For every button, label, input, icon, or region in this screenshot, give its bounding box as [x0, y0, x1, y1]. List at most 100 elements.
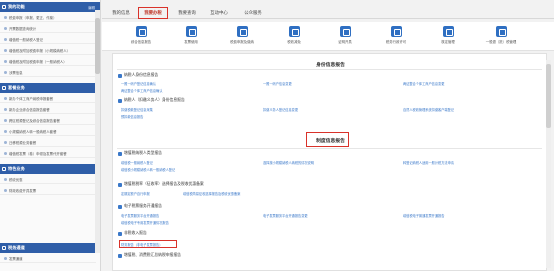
sidebar-item[interactable]: 迁移税源业务套餐	[0, 138, 96, 147]
sidebar-item[interactable]: 增值税及附加税费申报（小规模纳税人）	[0, 46, 96, 55]
toolbar-button-tax-relief[interactable]: 税收减免	[277, 25, 311, 49]
divider	[117, 148, 542, 149]
function-link[interactable]: 扣缴税款登记信息采集	[121, 107, 153, 112]
bullet-icon	[4, 129, 7, 133]
sidebar-item[interactable]: 跨区税源登记及综合信息报告套餐	[0, 116, 96, 125]
bullet-icon	[4, 59, 7, 63]
report-icon	[135, 26, 147, 37]
license-icon	[390, 26, 402, 37]
assessment-icon	[442, 26, 454, 37]
function-link[interactable]: 电子发票服务平台开通报告	[121, 213, 159, 218]
sidebar-item[interactable]: 增值税发票（卷）申领及发票代开套餐	[0, 149, 96, 158]
function-link[interactable]: 一照一码户登记信息确认	[121, 81, 156, 86]
function-link[interactable]: 两证整合个体工商户信息确认	[121, 88, 162, 93]
group-heading: 增值税税率（征收率）选择报告及税收优惠备案	[118, 182, 204, 187]
function-link[interactable]: 自然人税收管理系统扣缴客户端登记	[403, 107, 454, 112]
group-heading: 纳税人（扣缴义务人）身份信息报告	[118, 98, 185, 103]
group-heading: 纳税人身份信息报告	[118, 73, 158, 78]
tab-my-info[interactable]: 我的信息	[106, 6, 136, 19]
group-icon	[118, 182, 122, 187]
sidebar-section-header[interactable]: 我的功能 编辑	[0, 2, 100, 12]
function-link[interactable]: 扣缴义务人登记信息变更	[263, 107, 298, 112]
section-title-identity: 身份信息报告	[316, 63, 345, 68]
tax-portal-window: 我的功能 编辑 税费申报（申报、更正、作废） 开票数据查询统计 增值税一般纳税人…	[0, 0, 554, 271]
declaration-icon	[236, 26, 248, 37]
favorites-icon	[0, 2, 8, 12]
toolbar-button-invoice[interactable]: 发票使用	[174, 25, 208, 49]
group-heading: 增值税、消费税汇总纳税申报报告	[118, 253, 181, 258]
bullet-icon	[4, 70, 7, 74]
edit-link[interactable]: 编辑	[88, 5, 95, 10]
function-link[interactable]: 两证整合个体工商户信息变更	[403, 81, 444, 86]
sidebar-item[interactable]: 发票通道	[0, 254, 96, 263]
sidebar-item[interactable]: 增值税及附加税费申报（一般纳税人）	[0, 57, 96, 66]
special-service-icon	[0, 164, 8, 174]
function-link[interactable]: 定期定额户自行申报	[121, 191, 150, 196]
toolbar-button-certificate[interactable]: 证明开具	[328, 25, 362, 49]
sidebar-item[interactable]: 财政收费开具发票	[0, 186, 96, 195]
highlight-box	[306, 132, 349, 147]
group-heading: 非税收入报告	[118, 231, 147, 236]
sidebar: 我的功能 编辑 税费申报（申报、更正、作废） 开票数据查询统计 增值税一般纳税人…	[0, 0, 101, 271]
function-link[interactable]: 预扣款信息报告	[121, 114, 143, 119]
main-content: 我的信息 我要办税 我要查询 互动中心 公众服务 综合信息报告 发票使用 税费申…	[102, 0, 554, 271]
bullet-icon	[4, 188, 7, 192]
package-icon	[0, 83, 8, 93]
sidebar-item[interactable]: 税收优惠	[0, 175, 96, 184]
tab-interaction[interactable]: 互动中心	[204, 6, 234, 19]
bullet-icon	[4, 107, 7, 111]
sidebar-item[interactable]: 税费申报（申报、更正、作废）	[0, 13, 96, 22]
group-heading: 增值税纳税人类型报告	[118, 151, 162, 156]
toolbar-button-refund[interactable]: 一般退（抵）税管理	[484, 25, 518, 49]
page-scrollbar-thumb[interactable]	[546, 64, 551, 128]
function-toolbar: 综合信息报告 发票使用 税费申报及缴纳 税收减免 证明开具 税务行政许可 核定管…	[102, 22, 554, 51]
group-icon	[118, 98, 122, 103]
group-icon	[118, 231, 122, 236]
toolbar-button-assessment[interactable]: 核定管理	[431, 25, 465, 49]
group-icon	[118, 204, 122, 209]
bullet-icon	[4, 26, 7, 30]
toolbar-button-license[interactable]: 税务行政许可	[379, 25, 413, 49]
bullet-icon	[4, 177, 7, 181]
tab-public-service[interactable]: 公众服务	[238, 6, 268, 19]
highlight-box	[138, 7, 168, 19]
sidebar-scrollbar-thumb[interactable]	[95, 18, 100, 74]
bullet-icon	[4, 37, 7, 41]
sidebar-section-header[interactable]: 税务通道	[0, 243, 100, 253]
function-link[interactable]: 增值税电子普通发票开通报告	[403, 213, 444, 218]
relief-icon	[288, 26, 300, 37]
tab-query[interactable]: 我要查询	[172, 6, 202, 19]
function-link[interactable]: 增值税电子专用发票开通情况报告	[121, 220, 169, 225]
function-link[interactable]: 增值税一般纳税人登记	[121, 160, 153, 165]
sidebar-item[interactable]: 新办企业综合信息报告套餐	[0, 105, 96, 114]
refund-icon	[495, 26, 507, 37]
bullet-icon	[4, 151, 7, 155]
bullet-icon	[4, 140, 7, 144]
divider	[117, 69, 542, 70]
sidebar-item[interactable]: 开票数据查询统计	[0, 24, 96, 33]
group-icon	[118, 73, 122, 78]
sidebar-item[interactable]: 新办个体工商户纳税申报套餐	[0, 94, 96, 103]
sidebar-section-header[interactable]: 套餐业务	[0, 83, 100, 93]
toolbar-button-declaration[interactable]: 税费申报及缴纳	[225, 25, 259, 49]
function-link[interactable]: 选择按小规模纳税人纳税的情况说明	[263, 160, 314, 165]
function-link[interactable]: 增值税简易征收选择报告及税收优惠备案	[183, 191, 240, 196]
bullet-icon	[4, 48, 7, 52]
sidebar-item[interactable]: 涉票信息	[0, 68, 96, 77]
channel-icon	[0, 243, 8, 253]
bullet-icon	[4, 96, 7, 100]
sidebar-section-header[interactable]: 特色业务	[0, 164, 100, 174]
sidebar-item[interactable]: 增值税一般纳税人登记	[0, 35, 96, 44]
bullet-icon	[4, 15, 7, 19]
bullet-icon	[4, 256, 7, 260]
function-link[interactable]: 转登记纳税人适用一般计税方法申请	[403, 160, 454, 165]
sidebar-item[interactable]: 小规模纳税人转一般纳税人套餐	[0, 127, 96, 136]
group-icon	[118, 253, 122, 258]
function-link[interactable]: 增值税小规模纳税人转一般纳税人登记	[121, 167, 175, 172]
toolbar-button-info-report[interactable]: 综合信息报告	[124, 25, 158, 49]
top-tab-bar: 我的信息 我要办税 我要查询 互动中心 公众服务	[102, 6, 554, 19]
function-link[interactable]: 一照一码户信息变更	[263, 81, 292, 86]
certificate-icon	[339, 26, 351, 37]
function-link[interactable]: 电子发票服务平台开通报告变更	[263, 213, 308, 218]
bullet-icon	[4, 118, 7, 122]
